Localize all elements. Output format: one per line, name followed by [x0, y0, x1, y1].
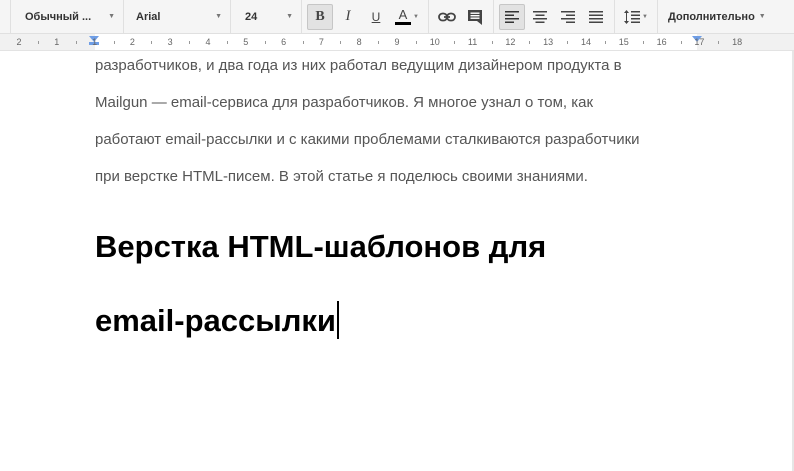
ruler-tick — [189, 41, 191, 44]
ruler-number: 2 — [16, 37, 22, 47]
ruler-number: 2 — [129, 37, 135, 47]
ruler[interactable]: 2 1 1 2 3 4 5 6 7 8 9 10 11 12 13 14 15 16 17 18 — [0, 34, 794, 51]
ruler-number: 12 — [505, 37, 516, 47]
ruler-number: 1 — [54, 37, 60, 47]
insert-link-button[interactable] — [434, 4, 460, 30]
ruler-number: 3 — [167, 37, 173, 47]
ruler-number: 15 — [618, 37, 629, 47]
insert-comment-button[interactable] — [462, 4, 488, 30]
ruler-number: 6 — [281, 37, 287, 47]
ruler-number: 10 — [429, 37, 440, 47]
ruler-number: 4 — [205, 37, 211, 47]
paragraph-style-value: Обычный ... — [25, 10, 92, 23]
font-size-select[interactable]: 24 ▼ — [231, 4, 301, 30]
underline-button[interactable]: U — [363, 4, 389, 30]
align-right-button[interactable] — [555, 4, 581, 30]
line-spacing-button[interactable]: ▼ — [620, 4, 652, 30]
ruler-tick — [642, 41, 644, 44]
link-icon — [438, 12, 456, 21]
align-center-icon — [533, 10, 547, 23]
paragraph-line: работают email-рассылки и с какими пробл… — [95, 131, 640, 148]
ruler-number: 17 — [694, 37, 705, 47]
ruler-number: 13 — [543, 37, 554, 47]
align-justify-button[interactable] — [583, 4, 609, 30]
ruler-tick — [37, 41, 39, 44]
ruler-number: 11 — [467, 37, 478, 47]
ruler-tick — [378, 41, 380, 44]
spacing-group: ▼ — [615, 4, 657, 30]
chevron-down-icon: ▼ — [286, 13, 293, 20]
ruler-number: 9 — [394, 37, 400, 47]
ruler-tick — [718, 41, 720, 44]
ruler-tick — [340, 41, 342, 44]
ruler-number: 1 — [92, 37, 98, 47]
ruler-tick — [491, 41, 493, 44]
chevron-down-icon: ▼ — [413, 13, 419, 20]
chevron-down-icon: ▼ — [758, 13, 766, 20]
ruler-number: 8 — [356, 37, 362, 47]
align-left-button[interactable] — [499, 3, 525, 30]
insert-group — [429, 4, 493, 30]
chevron-down-icon: ▼ — [642, 13, 648, 20]
ruler-tick — [302, 41, 304, 44]
ruler-tick — [453, 41, 455, 44]
italic-button[interactable]: I — [335, 4, 361, 30]
align-justify-icon — [589, 10, 603, 23]
paragraph-style-select[interactable]: Обычный ... ▼ — [11, 4, 123, 30]
ruler-tick — [529, 41, 531, 44]
ruler-right-margin — [697, 34, 794, 50]
text-color-letter: A — [398, 6, 408, 22]
ruler-number: 16 — [656, 37, 667, 47]
align-center-button[interactable] — [527, 4, 553, 30]
heading-line: Верстка HTML-шаблонов для — [95, 229, 547, 264]
ruler-number: 7 — [318, 37, 324, 47]
alignment-group — [494, 3, 614, 30]
ruler-tick — [680, 41, 682, 44]
text-format-group: B I U A ▼ — [302, 3, 428, 30]
comment-icon — [468, 9, 482, 25]
chevron-down-icon: ▼ — [215, 13, 222, 20]
font-family-value: Arial — [136, 10, 161, 23]
chevron-down-icon: ▼ — [108, 13, 115, 20]
line-spacing-icon — [624, 9, 641, 24]
underline-icon: U — [371, 9, 381, 24]
ruler-tick — [113, 41, 115, 44]
paragraph-line: разработчиков, и два года из них работал… — [95, 57, 622, 74]
text-color-icon: A — [395, 6, 412, 25]
ruler-tick — [226, 41, 228, 44]
ruler-tick — [604, 41, 606, 44]
ruler-number: 5 — [243, 37, 249, 47]
ruler-tick — [567, 41, 569, 44]
paragraph-line: при верстке HTML-писем. В этой статье я … — [95, 168, 588, 185]
heading-line-with-cursor: email-рассылки — [95, 301, 339, 339]
more-menu-button[interactable]: Дополнительно ▼ — [658, 4, 778, 30]
text-color-button[interactable]: A ▼ — [391, 4, 423, 30]
text-cursor — [337, 301, 339, 339]
ruler-tick — [151, 41, 153, 44]
align-right-icon — [561, 10, 575, 23]
bold-icon: B — [315, 8, 325, 24]
document-page[interactable]: разработчиков, и два года из них работал… — [0, 51, 794, 471]
formatting-toolbar: Обычный ... ▼ Arial ▼ 24 ▼ B I U A ▼ ▼ Д… — [0, 0, 794, 34]
ruler-number: 18 — [732, 37, 743, 47]
ruler-tick — [264, 41, 266, 44]
ruler-tick — [415, 41, 417, 44]
text-color-swatch — [395, 21, 412, 25]
italic-icon: I — [345, 8, 351, 24]
font-size-value: 24 — [245, 10, 258, 23]
font-family-select[interactable]: Arial ▼ — [124, 4, 230, 30]
more-menu-label: Дополнительно — [668, 10, 755, 23]
paragraph-line: Mailgun — email-сервиса для разработчико… — [95, 94, 594, 111]
align-left-icon — [505, 10, 519, 23]
bold-button[interactable]: B — [307, 3, 333, 30]
ruler-left-margin — [0, 34, 95, 50]
ruler-number: 14 — [580, 37, 592, 47]
ruler-tick — [75, 41, 77, 44]
heading-text: email-рассылки — [95, 303, 336, 338]
